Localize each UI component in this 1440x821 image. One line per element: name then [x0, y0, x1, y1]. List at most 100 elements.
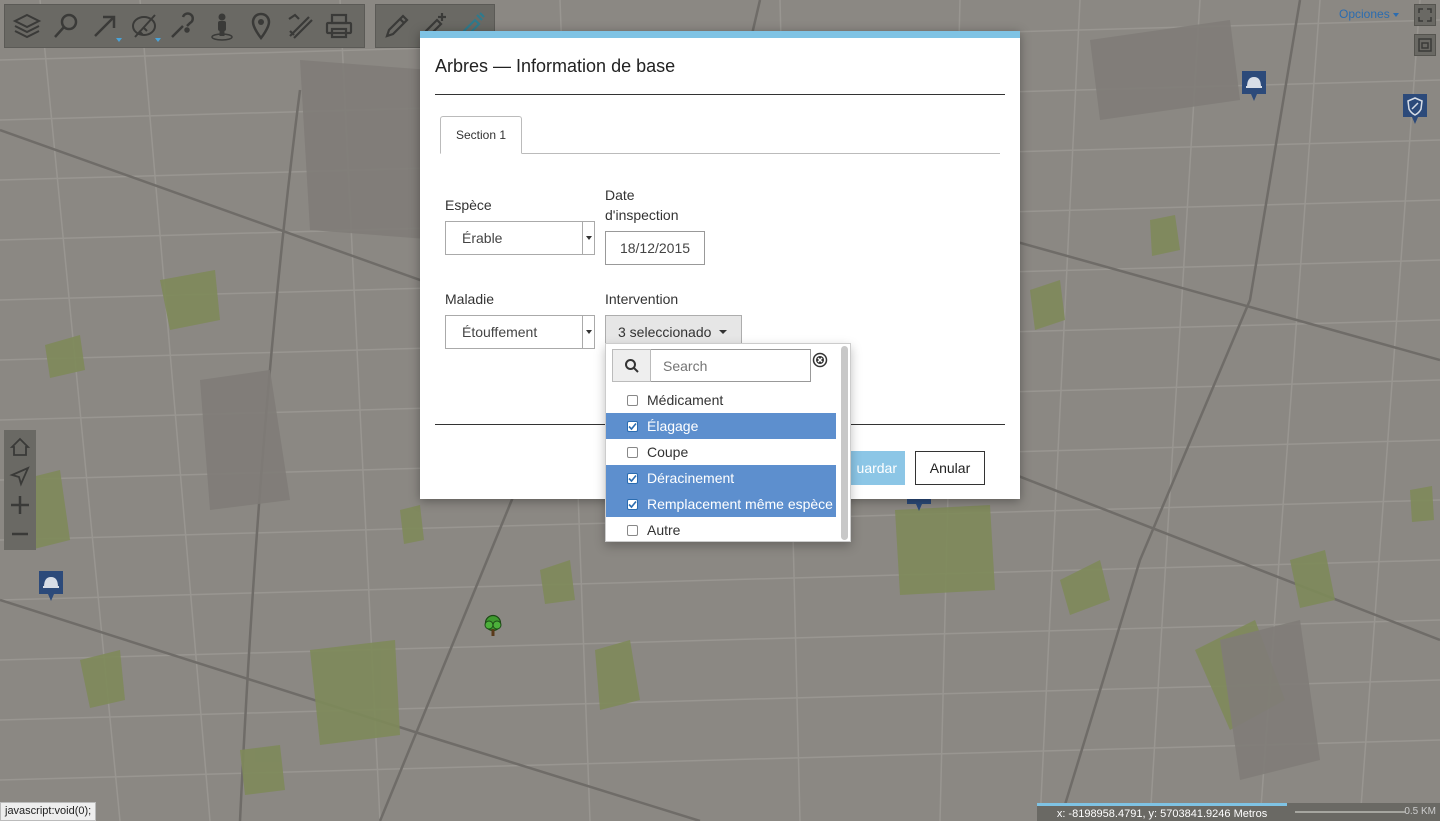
dropdown-option[interactable]: Coupe	[606, 439, 836, 465]
clear-search-button[interactable]	[812, 352, 828, 373]
checkbox[interactable]	[627, 472, 638, 484]
dropdown-caret-icon	[155, 38, 161, 42]
intervention-label: Intervention	[605, 291, 679, 307]
search-button[interactable]	[46, 6, 85, 46]
options-label: Opciones	[1339, 7, 1390, 21]
options-menu[interactable]: Opciones	[1339, 7, 1399, 21]
pencil-icon	[385, 14, 409, 38]
dropdown-search	[612, 349, 811, 382]
save-label: uardar	[856, 460, 897, 476]
dropdown-option[interactable]: Déracinement	[606, 465, 836, 491]
helmet-marker-icon	[39, 571, 63, 601]
title-divider	[435, 94, 1005, 95]
intervention-value: 3 seleccionado	[618, 324, 712, 340]
dropdown-option[interactable]: Élagage	[606, 413, 836, 439]
date-label-line1: Date	[605, 187, 635, 203]
map-marker-shield[interactable]	[1402, 93, 1428, 125]
draw-tools-icon	[287, 13, 313, 39]
chevron-down-icon	[1392, 12, 1399, 17]
helmet-marker-icon	[1242, 71, 1266, 101]
checkbox[interactable]	[627, 446, 638, 458]
intervention-dropdown: Médicament Élagage Coupe Déracinement Rempla…	[605, 343, 851, 542]
shield-marker-icon	[1403, 94, 1427, 124]
draw-tools-button[interactable]	[280, 6, 319, 46]
tabs-baseline	[440, 153, 1000, 154]
scale-line	[1295, 811, 1405, 813]
navigation-arrow-icon	[9, 465, 30, 487]
plus-icon	[11, 495, 29, 514]
date-inspection-input[interactable]: 18/12/2015	[605, 231, 705, 265]
checkmark-icon	[628, 422, 637, 430]
layers-button[interactable]	[7, 6, 46, 46]
dropdown-option-label: Autre	[647, 522, 681, 538]
geolocate-button[interactable]	[5, 461, 35, 490]
dropdown-option-label: Médicament	[647, 392, 724, 408]
dropdown-option[interactable]: Remplacement même espèce	[606, 491, 836, 517]
minus-icon	[12, 532, 28, 535]
street-view-icon	[210, 13, 233, 41]
select-button[interactable]	[85, 6, 124, 46]
select-arrow-icon	[582, 316, 594, 348]
tree-icon	[484, 614, 502, 636]
dropdown-option[interactable]: Autre	[606, 517, 836, 541]
overview-map-button[interactable]	[1414, 34, 1436, 56]
dropdown-scrollbar[interactable]	[841, 346, 848, 540]
dialog-title: Arbres — Information de base	[435, 56, 676, 76]
select-arrow-icon	[93, 15, 115, 37]
scale-label: 0.5 KM	[1404, 806, 1436, 817]
street-view-button[interactable]	[202, 6, 241, 46]
map-marker-tree[interactable]	[482, 614, 504, 638]
zoom-out-button[interactable]	[5, 519, 35, 548]
checkbox[interactable]	[627, 498, 638, 510]
tab-section-1[interactable]: Section 1	[440, 116, 522, 154]
map-marker-helmet[interactable]	[1241, 70, 1267, 102]
main-toolbar	[4, 4, 365, 48]
location-button[interactable]	[241, 6, 280, 46]
print-button[interactable]	[319, 6, 358, 46]
dropdown-option-label: Élagage	[647, 418, 699, 434]
search-icon	[624, 358, 639, 373]
cancel-button[interactable]: Anular	[915, 451, 985, 485]
home-button[interactable]	[5, 432, 35, 461]
caret-down-icon	[719, 330, 728, 334]
fullscreen-button[interactable]	[1414, 4, 1436, 26]
date-inspection-label: Date d'inspection	[605, 185, 679, 225]
search-icon	[53, 13, 77, 38]
checkbox[interactable]	[627, 420, 638, 432]
coordinates-readout: x: -8198958.4791, y: 5703841.9246 Metros	[1037, 803, 1287, 821]
espece-value: Érable	[462, 230, 503, 246]
espece-select[interactable]: Érable	[445, 221, 595, 255]
map-navigation-controls	[4, 430, 36, 550]
maladie-value: Étouffement	[462, 324, 538, 340]
info-button[interactable]	[163, 6, 202, 46]
location-pin-icon	[251, 12, 270, 41]
espece-label: Espèce	[445, 197, 492, 213]
overview-map-icon	[1418, 38, 1432, 52]
date-label-line2: d'inspection	[605, 207, 679, 223]
info-icon	[170, 12, 194, 38]
measure-button[interactable]	[124, 6, 163, 46]
dropdown-option-label: Déracinement	[647, 470, 735, 486]
fullscreen-icon	[1418, 8, 1432, 22]
pencil-button[interactable]	[378, 6, 416, 46]
dropdown-options-list: Médicament Élagage Coupe Déracinement Rempla…	[606, 387, 836, 541]
dropdown-search-input[interactable]	[651, 349, 811, 382]
print-icon	[325, 13, 352, 39]
checkbox[interactable]	[627, 394, 638, 406]
checkbox[interactable]	[627, 524, 638, 536]
select-arrow-icon	[582, 222, 594, 254]
checkmark-icon	[628, 474, 637, 482]
map-marker-helmet[interactable]	[38, 570, 64, 602]
maladie-select[interactable]: Étouffement	[445, 315, 595, 349]
dropdown-option-label: Coupe	[647, 444, 689, 460]
scale-bar: 0.5 KM	[1287, 803, 1440, 821]
measure-icon	[131, 14, 156, 38]
clear-circle-icon	[812, 352, 828, 368]
home-icon	[9, 437, 31, 456]
search-addon	[612, 349, 651, 382]
maladie-label: Maladie	[445, 291, 495, 307]
zoom-in-button[interactable]	[5, 490, 35, 519]
layers-icon	[12, 13, 41, 39]
dropdown-option[interactable]: Médicament	[606, 387, 836, 413]
status-link-text: javascript:void(0);	[0, 802, 97, 821]
